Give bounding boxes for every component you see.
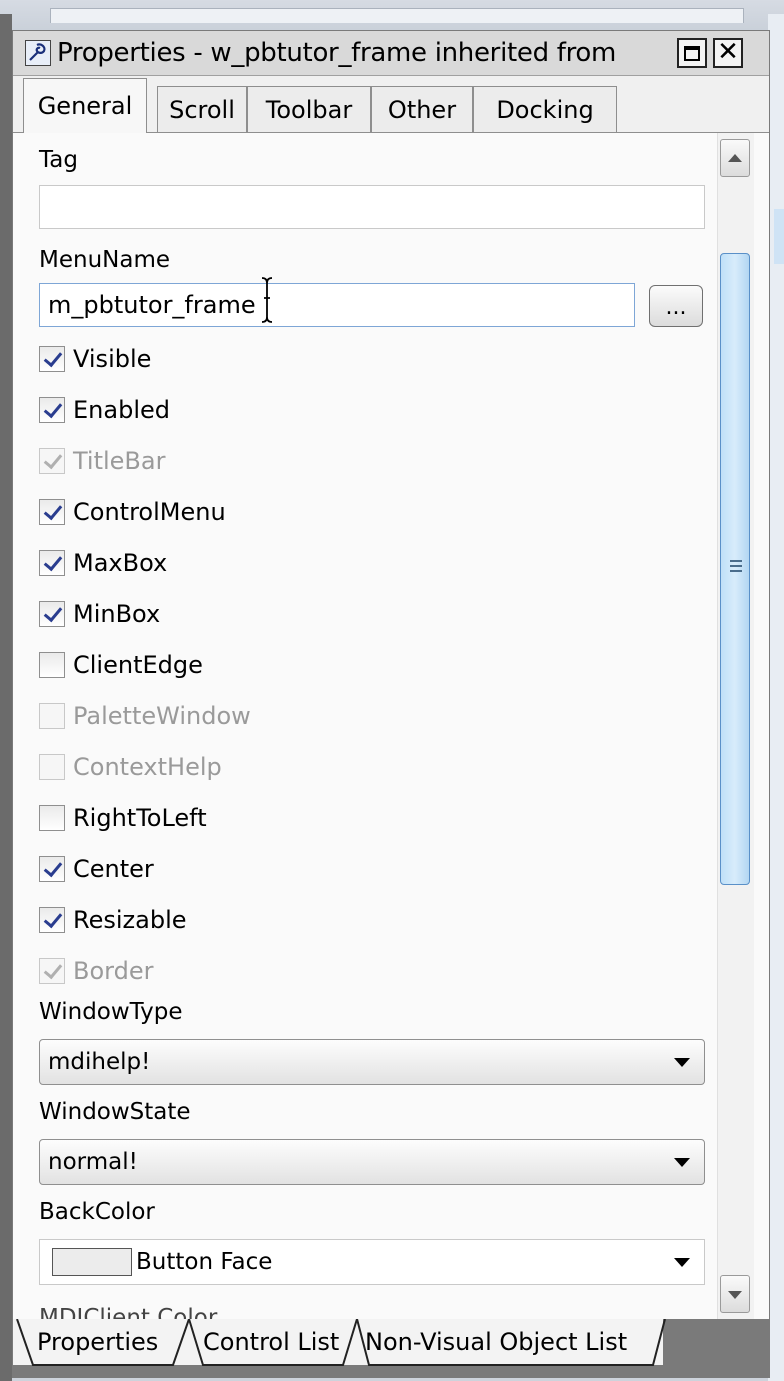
title-bar[interactable]: Properties - w_pbtutor_frame inherited f… <box>13 31 769 76</box>
checkbox-righttoleft[interactable]: RightToLeft <box>39 796 207 840</box>
dropdown-arrow-icon <box>674 1058 690 1067</box>
window-title: Properties - w_pbtutor_frame inherited f… <box>57 38 617 68</box>
backcolor-label: BackColor <box>39 1199 155 1225</box>
checkbox-minbox[interactable]: MinBox <box>39 592 160 636</box>
checkbox-label: MinBox <box>73 600 161 628</box>
checkbox-resizable[interactable]: Resizable <box>39 898 187 942</box>
mdiclient-color-label: MDIClient Color <box>39 1305 218 1320</box>
checkbox-label: Visible <box>73 345 152 373</box>
parent-window-edge <box>50 8 744 23</box>
tab-general[interactable]: General <box>23 78 147 133</box>
checkbox-center[interactable]: Center <box>39 847 154 891</box>
windowstate-value: normal! <box>48 1149 138 1175</box>
tab-strip: General Scroll Toolbar Other Docking <box>13 76 769 133</box>
checkbox-enabled[interactable]: Enabled <box>39 388 170 432</box>
dropdown-arrow-icon <box>674 1258 690 1267</box>
menu-browse-button[interactable]: ... <box>649 285 703 327</box>
maximize-icon <box>684 45 700 61</box>
backcolor-dropdown[interactable]: Button Face <box>39 1239 705 1285</box>
scroll-down-button[interactable] <box>720 1275 750 1313</box>
checkbox-box[interactable] <box>39 652 65 678</box>
tag-label: Tag <box>39 147 78 173</box>
checkbox-label: TitleBar <box>73 447 166 475</box>
checkbox-clientedge[interactable]: ClientEdge <box>39 643 203 687</box>
checkbox-box[interactable] <box>39 805 65 831</box>
checkbox-box[interactable] <box>39 499 65 525</box>
checkbox-box[interactable] <box>39 346 65 372</box>
checkbox-label: ContextHelp <box>73 753 222 781</box>
windowtype-value: mdihelp! <box>48 1049 151 1075</box>
checkbox-box <box>39 448 65 474</box>
checkbox-visible[interactable]: Visible <box>39 337 151 381</box>
menuname-field[interactable]: m_pbtutor_frame <box>39 277 635 327</box>
close-button[interactable]: ✕ <box>713 38 743 68</box>
tab-toolbar[interactable]: Toolbar <box>247 86 371 132</box>
checkbox-contexthelp: ContextHelp <box>39 745 222 789</box>
color-swatch <box>52 1248 132 1276</box>
checkbox-box <box>39 754 65 780</box>
checkbox-box[interactable] <box>39 550 65 576</box>
tab-docking[interactable]: Docking <box>473 86 617 132</box>
bottom-tab-control-list[interactable]: Control List <box>203 1319 339 1365</box>
checkbox-label: ControlMenu <box>73 498 226 526</box>
left-dock-edge <box>0 14 12 1381</box>
tab-scroll[interactable]: Scroll <box>157 86 247 132</box>
text-cursor-icon <box>261 277 273 323</box>
windowtype-label: WindowType <box>39 999 183 1025</box>
checkbox-box[interactable] <box>39 397 65 423</box>
checkbox-controlmenu[interactable]: ControlMenu <box>39 490 226 534</box>
checkbox-label: Resizable <box>73 906 187 934</box>
checkbox-label: Border <box>73 957 154 985</box>
tag-field[interactable] <box>39 185 705 229</box>
right-background-edge <box>768 14 784 1381</box>
checkbox-box[interactable] <box>39 907 65 933</box>
checkbox-box <box>39 703 65 729</box>
checkbox-label: Center <box>73 855 154 883</box>
properties-panel: Tag MenuName m_pbtutor_frame ... Visible… <box>13 132 769 1320</box>
checkbox-box[interactable] <box>39 601 65 627</box>
windowstate-label: WindowState <box>39 1099 191 1125</box>
parent-window-strip <box>0 0 784 32</box>
up-arrow-icon <box>728 154 742 162</box>
tab-other[interactable]: Other <box>371 86 473 132</box>
close-icon: ✕ <box>717 37 739 67</box>
checkbox-titlebar: TitleBar <box>39 439 165 483</box>
backcolor-value: Button Face <box>136 1249 273 1275</box>
checkbox-label: Enabled <box>73 396 170 424</box>
checkbox-palettewindow: PaletteWindow <box>39 694 251 738</box>
menuname-value: m_pbtutor_frame <box>48 291 256 319</box>
checkbox-maxbox[interactable]: MaxBox <box>39 541 167 585</box>
checkbox-border: Border <box>39 949 153 993</box>
checkbox-label: PaletteWindow <box>73 702 251 730</box>
checkbox-label: MaxBox <box>73 549 168 577</box>
checkbox-box <box>39 958 65 984</box>
maximize-button[interactable] <box>677 38 707 68</box>
checkbox-label: ClientEdge <box>73 651 203 679</box>
windowtype-dropdown[interactable]: mdihelp! <box>39 1039 705 1085</box>
grip-icon <box>730 560 742 575</box>
properties-window: Properties - w_pbtutor_frame inherited f… <box>12 30 770 1378</box>
bottom-tab-strip: Properties Control List Non-Visual Objec… <box>13 1319 769 1377</box>
windowstate-dropdown[interactable]: normal! <box>39 1139 705 1185</box>
menuname-label: MenuName <box>39 247 171 273</box>
scroll-thumb[interactable] <box>720 253 750 885</box>
checkbox-label: RightToLeft <box>73 804 207 832</box>
properties-icon <box>25 40 51 66</box>
dropdown-arrow-icon <box>674 1158 690 1167</box>
scroll-up-button[interactable] <box>720 139 750 177</box>
checkbox-box[interactable] <box>39 856 65 882</box>
vertical-scrollbar[interactable] <box>717 133 754 1320</box>
down-arrow-icon <box>728 1291 742 1299</box>
bottom-tab-properties[interactable]: Properties <box>37 1319 158 1365</box>
bottom-tab-non-visual-object-list[interactable]: Non-Visual Object List <box>365 1319 627 1365</box>
